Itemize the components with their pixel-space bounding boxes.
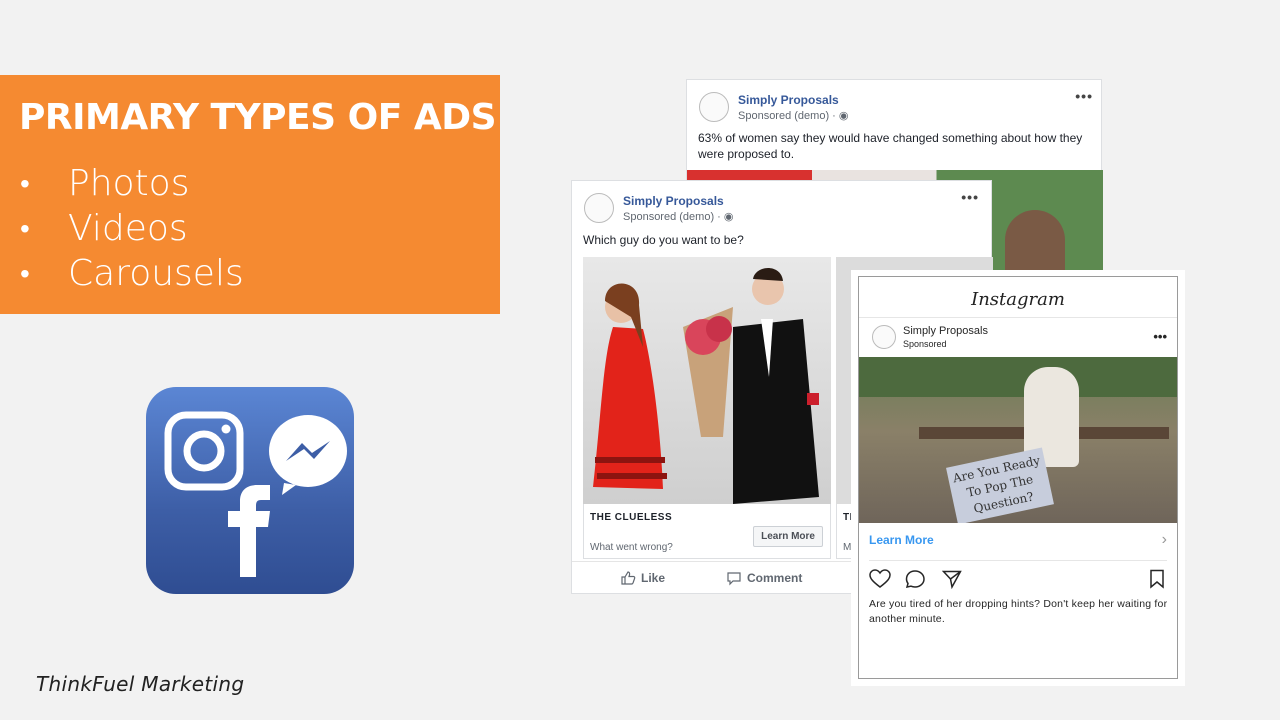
instagram-frame: Instagram Simply Proposals Sponsored •••… [858, 276, 1178, 679]
bullet-item: • Videos [20, 206, 244, 251]
bullet-list: • Photos • Videos • Carousels [20, 161, 244, 296]
ad-image: Are You Ready To Pop The Question? [859, 357, 1177, 523]
post-text: 63% of women say they would have changed… [698, 131, 1083, 161]
facebook-icon [228, 485, 270, 577]
title-box: PRIMARY TYPES OF ADS • Photos • Videos • Ca… [0, 75, 500, 314]
more-options-icon[interactable]: ••• [1075, 88, 1093, 104]
bullet-dot: • [20, 212, 30, 245]
carousel-caption-1: THE CLUELESS What went wrong? Learn More [583, 504, 831, 559]
page-name[interactable]: Simply Proposals [738, 93, 839, 107]
sponsored-label: Sponsored [903, 339, 947, 349]
brand-signature: ThinkFuel Marketing [36, 672, 245, 696]
carousel-image-1[interactable] [583, 257, 831, 504]
divider [859, 317, 1177, 318]
page-name[interactable]: Simply Proposals [903, 325, 988, 337]
comment-label: Comment [747, 571, 803, 585]
bullet-dot: • [20, 257, 30, 290]
instagram-icon [164, 411, 244, 491]
more-options-icon[interactable]: ••• [1153, 329, 1167, 344]
globe-icon: ◉ [838, 110, 849, 122]
bullet-text: Videos [68, 208, 188, 249]
thumbs-up-icon [621, 571, 636, 585]
comment-button[interactable]: Comment [726, 570, 802, 586]
avatar [699, 92, 729, 122]
slide-title: PRIMARY TYPES OF ADS [19, 97, 497, 138]
bullet-text: Carousels [68, 253, 244, 294]
post-text: Which guy do you want to be? [583, 233, 744, 247]
sponsored-label: Sponsored (demo) · ◉ [623, 210, 734, 223]
bullet-text: Photos [68, 163, 190, 204]
heart-icon[interactable] [869, 569, 891, 589]
sponsored-text: Sponsored (demo) · [738, 110, 836, 122]
instagram-logo: Instagram [971, 289, 1065, 310]
trees-backdrop [859, 357, 1177, 397]
social-apps-icon [146, 387, 354, 594]
chevron-right-icon[interactable]: › [1162, 531, 1167, 549]
post-caption: Are you tired of her dropping hints? Don… [869, 598, 1168, 625]
bullet-dot: • [20, 167, 30, 200]
bullet-item: • Carousels [20, 251, 244, 296]
learn-more-link[interactable]: Learn More [869, 533, 934, 547]
sponsored-label: Sponsored (demo) · ◉ [738, 109, 849, 122]
more-options-icon[interactable]: ••• [961, 189, 979, 205]
instagram-ad: Instagram Simply Proposals Sponsored •••… [851, 270, 1185, 686]
divider [869, 560, 1167, 561]
sponsored-text: Sponsored (demo) · [623, 211, 721, 223]
globe-icon: ◉ [723, 211, 734, 223]
messenger-icon [269, 415, 347, 495]
like-button[interactable]: Like [620, 570, 665, 586]
avatar [872, 325, 896, 349]
like-label: Like [641, 571, 666, 585]
proposal-sign: Are You Ready To Pop The Question? [946, 447, 1054, 523]
learn-more-button[interactable]: Learn More [753, 526, 823, 547]
comment-icon[interactable] [905, 569, 926, 589]
comment-icon [727, 572, 741, 586]
card-subtitle: What went wrong? [590, 542, 673, 553]
bookmark-icon[interactable] [1149, 569, 1165, 589]
share-icon[interactable] [942, 569, 962, 589]
page-name[interactable]: Simply Proposals [623, 194, 724, 208]
avatar [584, 193, 614, 223]
card-title: THE CLUELESS [590, 512, 673, 523]
bullet-item: • Photos [20, 161, 244, 206]
